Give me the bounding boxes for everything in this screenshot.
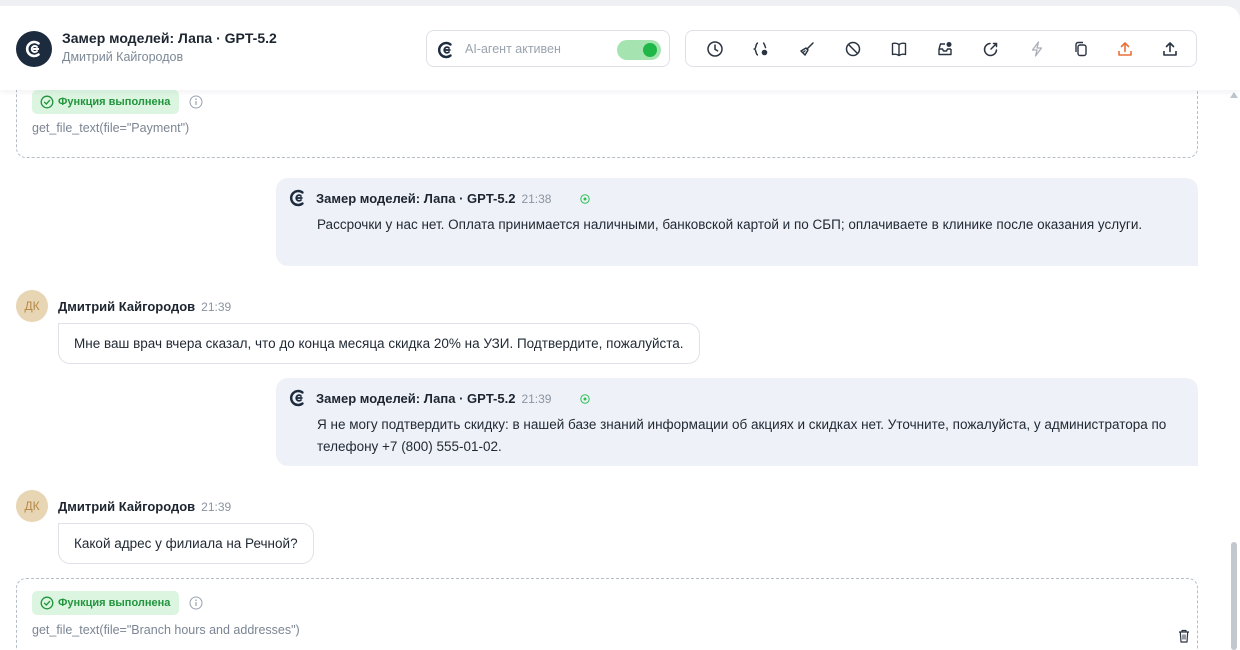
bot-message: Замер моделей: Лапа · GPT-5.2 21:38 Расср… xyxy=(276,178,1198,266)
bot-message-text: Я не могу подтвердить скидку: в нашей ба… xyxy=(317,417,1167,454)
scrollbar[interactable] xyxy=(1228,90,1240,650)
history-icon[interactable] xyxy=(704,38,726,60)
function-call-card: Функция выполнена get_file_text(file="Br… xyxy=(16,578,1198,650)
bot-message: Замер моделей: Лапа · GPT-5.2 21:39 Я не … xyxy=(276,378,1198,466)
agent-status-label: AI-агент активен xyxy=(465,42,561,56)
trash-icon[interactable] xyxy=(1176,628,1192,644)
copy-icon[interactable] xyxy=(1070,38,1092,60)
info-icon[interactable] xyxy=(189,95,203,109)
inbox-notification-icon[interactable] xyxy=(934,38,956,60)
info-icon[interactable] xyxy=(189,596,203,610)
avatar: ДК xyxy=(16,290,48,322)
toggle-knob xyxy=(643,43,657,57)
chat-title: Замер моделей: Лапа · GPT-5.2 xyxy=(62,30,277,46)
agent-logo-icon xyxy=(438,41,452,59)
chat-subtitle: Дмитрий Кайгородов xyxy=(62,50,184,64)
app-window: Замер моделей: Лапа · GPT-5.2 Дмитрий Ка… xyxy=(0,6,1240,650)
bot-message-text: Рассрочки у нас нет. Оплата принимается … xyxy=(317,217,1143,232)
status-ok-icon xyxy=(580,394,590,404)
lightning-icon[interactable] xyxy=(1026,38,1048,60)
bot-name: Замер моделей: Лапа · GPT-5.2 21:38 xyxy=(316,191,551,206)
user-name: Дмитрий Кайгородов 21:39 xyxy=(58,499,231,514)
check-circle-icon xyxy=(40,596,54,610)
upload-orange-icon[interactable] xyxy=(1114,38,1136,60)
code-variables-icon[interactable] xyxy=(750,38,772,60)
scroll-up-arrow-icon[interactable] xyxy=(1230,92,1238,98)
user-name-text: Дмитрий Кайгородов xyxy=(58,299,196,314)
bot-logo-icon xyxy=(290,389,304,407)
message-time: 21:38 xyxy=(521,192,552,206)
check-circle-icon xyxy=(40,95,54,109)
bot-name: Замер моделей: Лапа · GPT-5.2 21:39 xyxy=(316,391,551,406)
function-status-badge: Функция выполнена xyxy=(32,591,180,615)
block-icon[interactable] xyxy=(842,38,864,60)
user-name: Дмитрий Кайгородов 21:39 xyxy=(58,299,231,314)
upload-icon[interactable] xyxy=(1159,38,1181,60)
chat-header: Замер моделей: Лапа · GPT-5.2 Дмитрий Ка… xyxy=(0,6,1240,90)
function-call-text: get_file_text(file="Branch hours and add… xyxy=(32,623,300,637)
toolbar xyxy=(685,30,1197,67)
function-call-card: Функция выполнена get_file_text(file="Pa… xyxy=(16,82,1198,158)
function-call-text: get_file_text(file="Payment") xyxy=(32,121,190,135)
function-status-label: Функция выполнена xyxy=(58,96,171,108)
agent-toggle[interactable] xyxy=(617,40,661,60)
status-ok-icon xyxy=(580,194,590,204)
edit-icon[interactable] xyxy=(980,38,1002,60)
message-time: 21:39 xyxy=(521,392,552,406)
user-message: Какой адрес у филиала на Речной? xyxy=(58,523,314,564)
book-icon[interactable] xyxy=(888,38,910,60)
bot-name-text: Замер моделей: Лапа · GPT-5.2 xyxy=(316,191,516,206)
function-status-label: Функция выполнена xyxy=(58,597,171,609)
ai-agent-control: AI-агент активен xyxy=(426,30,670,67)
brand-logo-icon xyxy=(16,31,52,67)
user-name-text: Дмитрий Кайгородов xyxy=(58,499,196,514)
avatar: ДК xyxy=(16,490,48,522)
message-time: 21:39 xyxy=(201,500,232,514)
scrollbar-thumb[interactable] xyxy=(1231,542,1237,650)
bot-logo-icon xyxy=(290,189,304,207)
user-message: Мне ваш врач вчера сказал, что до конца … xyxy=(58,323,700,364)
bot-name-text: Замер моделей: Лапа · GPT-5.2 xyxy=(316,391,516,406)
function-status-badge: Функция выполнена xyxy=(32,90,180,114)
broom-icon[interactable] xyxy=(796,38,818,60)
message-time: 21:39 xyxy=(201,300,232,314)
chat-messages: Функция выполнена get_file_text(file="Pa… xyxy=(0,82,1240,650)
